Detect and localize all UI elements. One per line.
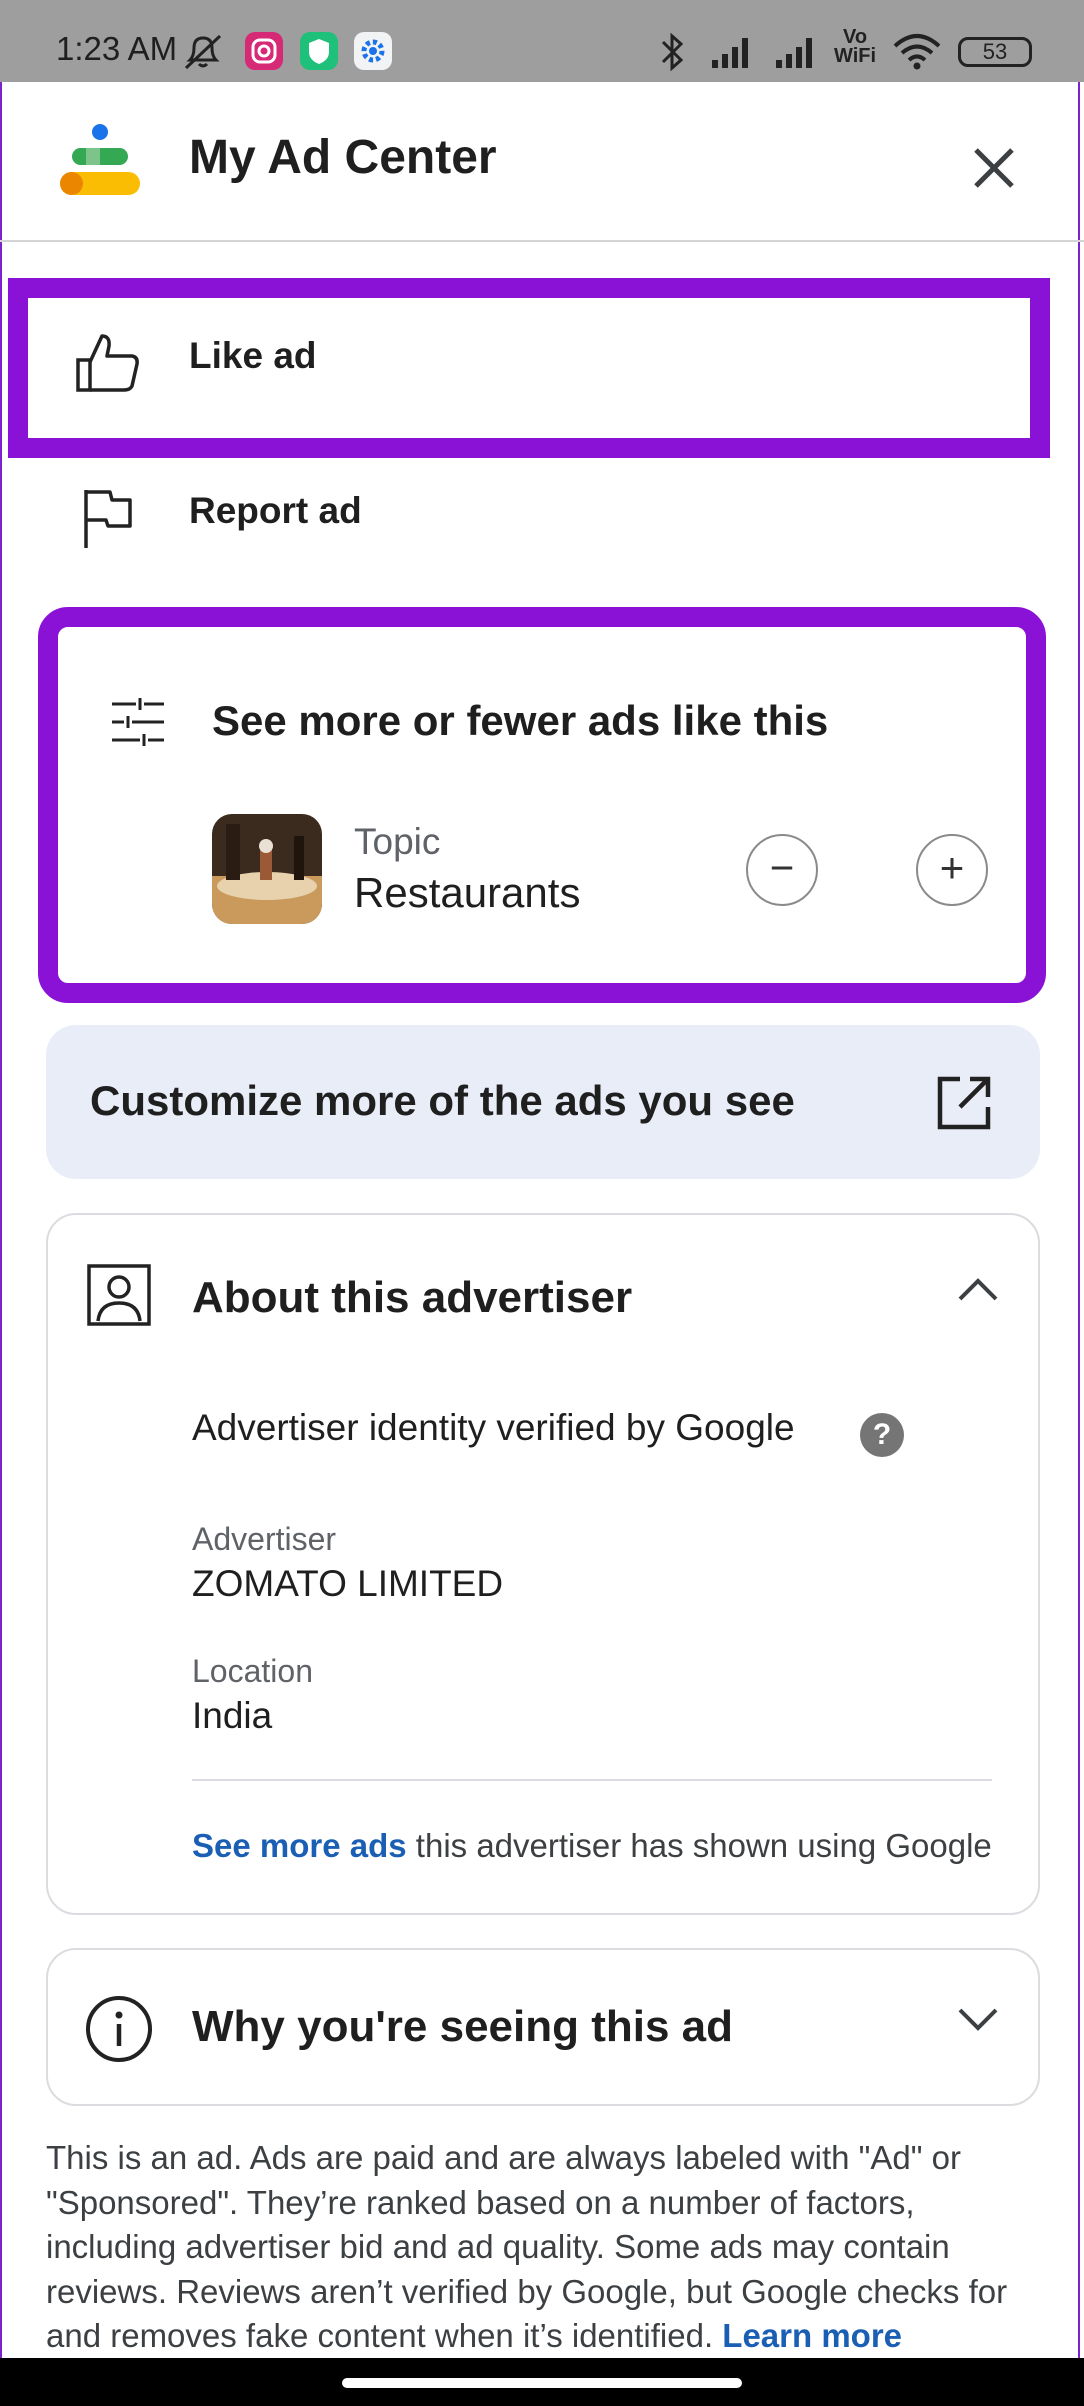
flag-icon [84,490,132,548]
page-title: My Ad Center [189,131,497,184]
open-external-icon [937,1076,991,1130]
why-seeing-ad-title: Why you're seeing this ad [192,2002,734,2051]
shield-app-icon [300,32,338,70]
why-seeing-ad-card[interactable]: Why you're seeing this ad [46,1948,1040,2106]
advertiser-value: ZOMATO LIMITED [192,1563,504,1604]
see-more-ads-text: this advertiser has shown using Google [406,1827,992,1864]
vowifi-bottom: WiFi [834,45,877,67]
like-ad-highlight [8,278,1050,458]
person-icon [87,1264,151,1326]
wifi-icon [893,34,941,70]
location-value: India [192,1695,273,1736]
ad-disclaimer: This is an ad. Ads are paid and are alwa… [46,2136,1046,2359]
battery-indicator: 53 [958,37,1032,67]
topic-card-heading: See more or fewer ads like this [212,697,829,744]
navigation-bar [0,2358,1084,2406]
chevron-down-icon[interactable] [958,2008,998,2032]
signal-1-icon [712,38,748,68]
report-ad-label: Report ad [189,490,362,531]
customize-ads-label: Customize more of the ads you see [90,1077,795,1124]
divider [192,1779,992,1781]
restaurant-thumbnail [212,814,322,924]
instagram-icon [245,32,283,70]
info-icon [86,1996,152,2062]
topic-label: Topic [354,821,441,862]
customize-ads-button[interactable]: Customize more of the ads you see [46,1025,1040,1179]
advertiser-label: Advertiser [192,1521,337,1557]
location-label: Location [192,1653,313,1689]
vowifi-indicator: Vo WiFi [834,27,877,67]
see-more-ads-line: See more ads this advertiser has shown u… [192,1827,992,1865]
fewer-ads-button[interactable]: − [746,834,818,906]
about-advertiser-title: About this advertiser [192,1273,633,1322]
chevron-up-icon[interactable] [958,1277,998,1301]
tune-icon [112,698,164,746]
verified-text: Advertiser identity verified by Google [192,1407,795,1448]
status-bar: 1:23 AM Vo WiFi 53 [0,0,1084,82]
mute-icon [184,34,222,70]
help-icon[interactable]: ? [860,1413,904,1457]
topic-value: Restaurants [354,869,581,916]
settings-app-icon [354,32,392,70]
learn-more-link[interactable]: Learn more [722,2317,902,2354]
close-icon[interactable] [966,140,1022,196]
home-gesture-handle[interactable] [342,2378,742,2388]
signal-2-icon [776,38,812,68]
topic-preferences-card: See more or fewer ads like this Topic Re… [38,607,1046,1003]
report-ad-button[interactable]: Report ad [0,450,1084,590]
about-advertiser-card: About this advertiser Advertiser identit… [46,1213,1040,1915]
bluetooth-icon [661,32,684,72]
ad-center-logo-icon [60,124,140,195]
app-header: My Ad Center [0,82,1084,242]
see-more-ads-link[interactable]: See more ads [192,1827,407,1864]
status-time: 1:23 AM [56,30,178,67]
more-ads-button[interactable]: + [916,834,988,906]
